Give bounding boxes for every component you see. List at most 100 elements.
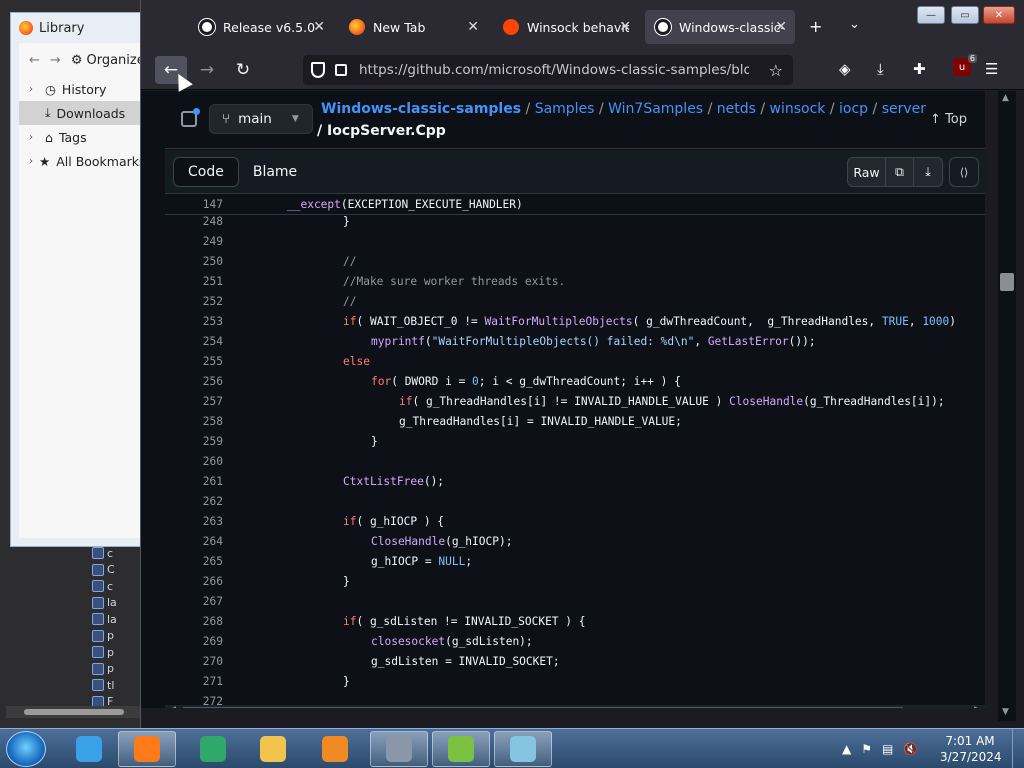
library-item-all-bookmarks[interactable]: › ★ All Bookmarks bbox=[19, 149, 144, 173]
ublock-extension-icon[interactable]: u6 bbox=[953, 54, 977, 76]
forward-arrow-icon[interactable]: → bbox=[50, 53, 61, 68]
line-number[interactable]: 253 bbox=[165, 315, 223, 328]
line-number[interactable]: 269 bbox=[165, 635, 223, 648]
tree-item[interactable]: tl bbox=[92, 677, 140, 694]
scrollbar-thumb[interactable] bbox=[24, 709, 124, 715]
copy-icon[interactable]: ⧉ bbox=[886, 158, 914, 186]
line-number[interactable]: 267 bbox=[165, 595, 223, 608]
raw-button[interactable]: Raw bbox=[848, 158, 886, 186]
breadcrumb-link[interactable]: Win7Samples bbox=[608, 101, 703, 117]
line-number[interactable]: 254 bbox=[165, 335, 223, 348]
lock-icon[interactable] bbox=[335, 64, 347, 76]
breadcrumb-link[interactable]: netds bbox=[717, 101, 756, 117]
volume-muted-icon[interactable]: 🔇 bbox=[903, 742, 918, 756]
hamburger-menu-icon[interactable]: ☰ bbox=[985, 60, 998, 78]
scroll-up-icon[interactable]: ▲ bbox=[1002, 93, 1009, 103]
show-desktop-button[interactable] bbox=[1012, 729, 1024, 768]
vertical-scrollbar[interactable]: ▲ ▼ bbox=[998, 91, 1016, 721]
close-tab-icon[interactable]: ✕ bbox=[313, 19, 325, 35]
line-number[interactable]: 249 bbox=[165, 235, 223, 248]
scrollbar-thumb[interactable] bbox=[183, 707, 903, 708]
library-item-downloads[interactable]: ⤓ Downloads bbox=[19, 101, 144, 125]
library-item-tags[interactable]: › ⌂ Tags bbox=[19, 125, 144, 149]
line-number[interactable]: 260 bbox=[165, 455, 223, 468]
tree-item[interactable]: p bbox=[92, 628, 140, 645]
code-view[interactable]: 147 __except(EXCEPTION_EXECUTE_HANDLER) 2… bbox=[165, 195, 985, 708]
tab-list-chevron-icon[interactable]: ⌄ bbox=[849, 17, 860, 32]
background-scrollbar[interactable] bbox=[6, 706, 140, 718]
address-bar[interactable]: https://github.com/microsoft/Windows-cla… bbox=[303, 55, 793, 85]
tab-1[interactable]: Release v6.5.0 · dn✕ bbox=[189, 10, 333, 44]
breadcrumb-link[interactable]: Windows-classic-samples bbox=[321, 101, 521, 117]
bookmark-star-icon[interactable]: ☆ bbox=[769, 61, 783, 80]
breadcrumb-link[interactable]: iocp bbox=[839, 101, 868, 117]
file-tree-toggle-icon[interactable] bbox=[181, 108, 200, 127]
breadcrumb-link[interactable]: Samples bbox=[535, 101, 595, 117]
line-number[interactable]: 258 bbox=[165, 415, 223, 428]
line-number[interactable]: 265 bbox=[165, 555, 223, 568]
close-tab-icon[interactable]: ✕ bbox=[775, 19, 787, 35]
top-button[interactable]: ↑ Top bbox=[930, 112, 967, 127]
line-number[interactable]: 251 bbox=[165, 275, 223, 288]
scroll-left-icon[interactable]: ◀ bbox=[169, 705, 176, 708]
taskbar-firefox[interactable] bbox=[118, 731, 176, 767]
line-number[interactable]: 259 bbox=[165, 435, 223, 448]
downloads-icon[interactable]: ⤓ bbox=[877, 60, 884, 78]
extensions-icon[interactable]: ✚ bbox=[913, 60, 926, 78]
line-number[interactable]: 268 bbox=[165, 615, 223, 628]
taskbar-notepad-plus[interactable] bbox=[432, 731, 490, 767]
close-tab-icon[interactable]: ✕ bbox=[467, 19, 479, 35]
horizontal-scrollbar[interactable]: ◀ ▶ bbox=[165, 705, 985, 708]
download-icon[interactable]: ⤓ bbox=[914, 158, 942, 186]
tab-code[interactable]: Code bbox=[173, 157, 239, 187]
close-tab-icon[interactable]: ✕ bbox=[619, 19, 631, 35]
maximize-button[interactable]: ▭ bbox=[951, 6, 979, 24]
line-number[interactable]: 250 bbox=[165, 255, 223, 268]
scroll-right-icon[interactable]: ▶ bbox=[974, 705, 981, 708]
tab-3[interactable]: Winsock behavio ✕ bbox=[493, 10, 639, 44]
tree-item[interactable]: p bbox=[92, 661, 140, 678]
taskbar-windows-switcher[interactable] bbox=[370, 731, 428, 767]
breadcrumb-link[interactable]: winsock bbox=[770, 101, 826, 117]
taskbar-chat[interactable] bbox=[184, 731, 242, 767]
line-number[interactable]: 256 bbox=[165, 375, 223, 388]
line-number[interactable]: 261 bbox=[165, 475, 223, 488]
organize-button[interactable]: ⚙ Organize bbox=[71, 53, 145, 68]
line-number[interactable]: 147 bbox=[165, 198, 223, 211]
tree-item[interactable]: la bbox=[92, 595, 140, 612]
close-window-button[interactable]: ✕ bbox=[983, 6, 1015, 24]
line-number[interactable]: 266 bbox=[165, 575, 223, 588]
taskbar-internet-explorer[interactable] bbox=[60, 731, 118, 767]
line-number[interactable]: 248 bbox=[165, 215, 223, 228]
breadcrumb-link[interactable]: server bbox=[882, 101, 926, 117]
line-number[interactable]: 271 bbox=[165, 675, 223, 688]
line-number[interactable]: 255 bbox=[165, 355, 223, 368]
scroll-down-icon[interactable]: ▼ bbox=[1002, 707, 1009, 717]
scrollbar-thumb[interactable] bbox=[1000, 273, 1014, 291]
line-number[interactable]: 270 bbox=[165, 655, 223, 668]
tracking-shield-icon[interactable] bbox=[311, 62, 325, 78]
minimize-button[interactable]: — bbox=[917, 6, 945, 24]
network-icon[interactable]: ▤ bbox=[882, 742, 893, 756]
tree-item[interactable]: la bbox=[92, 611, 140, 628]
line-number[interactable]: 262 bbox=[165, 495, 223, 508]
taskbar-media-player[interactable] bbox=[306, 731, 364, 767]
new-tab-icon[interactable]: + bbox=[809, 17, 822, 36]
symbols-panel-icon[interactable]: ⟨⟩ bbox=[949, 157, 979, 187]
taskbar-notepad[interactable] bbox=[494, 731, 552, 767]
reload-button[interactable]: ↻ bbox=[227, 56, 259, 84]
line-number[interactable]: 252 bbox=[165, 295, 223, 308]
pocket-icon[interactable]: ◈ bbox=[839, 60, 851, 78]
line-number[interactable]: 263 bbox=[165, 515, 223, 528]
clock[interactable]: 7:01 AM 3/27/2024 bbox=[940, 733, 1002, 765]
tab-4[interactable]: Windows-classic- ✕ bbox=[645, 10, 795, 44]
library-item-history[interactable]: › ◷ History bbox=[19, 77, 144, 101]
branch-selector[interactable]: ⑂ main ▼ bbox=[209, 104, 313, 134]
line-number[interactable]: 264 bbox=[165, 535, 223, 548]
back-arrow-icon[interactable]: ← bbox=[29, 53, 40, 68]
tree-item[interactable]: c bbox=[92, 545, 140, 562]
show-hidden-icons-icon[interactable]: ▲ bbox=[842, 742, 851, 756]
taskbar-explorer[interactable] bbox=[244, 731, 302, 767]
start-button[interactable] bbox=[6, 731, 46, 767]
tree-item[interactable]: C bbox=[92, 562, 140, 579]
